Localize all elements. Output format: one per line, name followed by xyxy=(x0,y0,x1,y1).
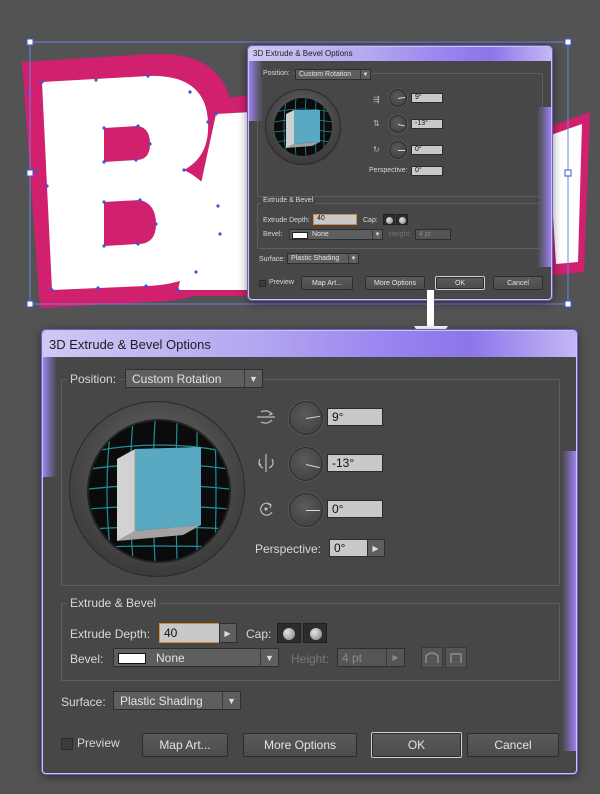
small-bevel-label: Bevel: xyxy=(263,231,283,238)
cube-preview xyxy=(89,421,229,561)
perspective-label: Perspective: xyxy=(255,542,322,556)
small-ok-button[interactable]: OK xyxy=(435,276,485,290)
small-perspective-label: Perspective: xyxy=(369,167,408,174)
small-y-axis-icon: ⇅ xyxy=(373,119,380,128)
y-axis-angle-field[interactable]: -13° xyxy=(327,454,383,472)
extrude-depth-slider-toggle[interactable]: ▶ xyxy=(219,623,237,643)
z-axis-angle-field[interactable]: 0° xyxy=(327,500,383,518)
small-bevel-dropdown[interactable]: None ▼ xyxy=(289,229,383,240)
surface-value: Plastic Shading xyxy=(120,694,203,708)
cap-off-icon xyxy=(310,628,322,640)
position-dropdown[interactable]: Custom Rotation ▼ xyxy=(125,369,263,388)
chevron-right-icon: ▶ xyxy=(372,543,379,553)
chevron-down-icon: ▼ xyxy=(244,370,262,387)
small-extrude-depth-field[interactable]: 40 xyxy=(313,214,357,225)
preview-label: Preview xyxy=(77,736,120,750)
small-extrude-section-label: Extrude & Bevel xyxy=(261,197,316,204)
cap-label: Cap: xyxy=(246,627,272,641)
small-z-axis-dial[interactable] xyxy=(389,141,407,159)
small-preview-label: Preview xyxy=(269,279,294,286)
small-extrude-depth-label: Extrude Depth: xyxy=(263,217,310,224)
small-z-axis-icon: ↻ xyxy=(373,145,380,154)
bevel-out-icon xyxy=(425,652,439,663)
small-surface-label: Surface: xyxy=(259,256,286,263)
small-cap-off-button[interactable] xyxy=(396,214,408,225)
chevron-down-icon: ▼ xyxy=(260,649,278,666)
z-axis-rotate-icon xyxy=(260,502,273,516)
dialog-title: 3D Extrude & Bevel Options xyxy=(49,337,211,352)
height-label: Height: xyxy=(291,652,330,666)
y-axis-rotate-icon xyxy=(258,454,274,472)
ok-button[interactable]: OK xyxy=(371,732,462,758)
preview-checkbox[interactable] xyxy=(61,738,73,750)
extrude-section-label: Extrude & Bevel xyxy=(67,596,160,610)
small-x-axis-icon: ⇶ xyxy=(373,95,380,104)
small-map-art-button[interactable]: Map Art... xyxy=(301,276,353,290)
bevel-swatch xyxy=(118,653,146,664)
small-bevel-value: None xyxy=(312,231,329,238)
chevron-down-icon: ▼ xyxy=(372,230,382,239)
small-cancel-button[interactable]: Cancel xyxy=(493,276,543,290)
small-x-axis-field[interactable]: 9° xyxy=(411,93,443,103)
z-axis-dial[interactable] xyxy=(289,493,323,527)
small-y-axis-field[interactable]: -13° xyxy=(411,119,443,129)
chevron-right-icon: ▶ xyxy=(224,628,231,638)
x-axis-rotate-icon xyxy=(257,410,275,424)
small-surface-dropdown[interactable]: Plastic Shading ▼ xyxy=(287,253,359,264)
map-art-button[interactable]: Map Art... xyxy=(142,733,228,757)
small-preview-checkbox[interactable] xyxy=(259,280,266,287)
small-position-value: Custom Rotation xyxy=(299,71,352,78)
height-field[interactable]: 4 pt ▶ xyxy=(337,648,405,667)
small-height-field[interactable]: 4 pt xyxy=(415,229,451,240)
small-more-options-button[interactable]: More Options xyxy=(365,276,425,290)
x-axis-dial[interactable] xyxy=(289,401,323,435)
chevron-down-icon: ▼ xyxy=(348,254,358,263)
chevron-right-icon: ▶ xyxy=(386,649,404,666)
small-perspective-field[interactable]: 0° xyxy=(411,166,443,176)
small-height-label: Height: xyxy=(389,231,412,238)
surface-dropdown[interactable]: Plastic Shading ▼ xyxy=(113,691,241,710)
small-dialog-title: 3D Extrude & Bevel Options xyxy=(253,49,353,58)
small-x-axis-dial[interactable] xyxy=(389,89,407,107)
bevel-value: None xyxy=(156,651,185,665)
small-cap-on-button[interactable] xyxy=(383,214,395,225)
small-dialog-titlebar[interactable]: 3D Extrude & Bevel Options xyxy=(249,47,551,61)
small-y-axis-dial[interactable] xyxy=(389,115,407,133)
bevel-out-button[interactable] xyxy=(421,647,443,668)
small-cap-label: Cap: xyxy=(363,217,378,224)
bevel-dropdown[interactable]: None ▼ xyxy=(113,648,279,667)
position-value: Custom Rotation xyxy=(132,372,222,386)
position-label: Position: xyxy=(67,372,120,386)
perspective-slider-toggle[interactable]: ▶ xyxy=(367,539,385,557)
cap-on-button[interactable] xyxy=(277,623,301,643)
bevel-in-icon xyxy=(450,653,462,663)
x-axis-angle-field[interactable]: 9° xyxy=(327,408,383,426)
chevron-down-icon: ▼ xyxy=(360,70,370,79)
y-axis-dial[interactable] xyxy=(289,447,323,481)
small-position-label: Position: xyxy=(261,70,292,77)
dialog-titlebar[interactable]: 3D Extrude & Bevel Options xyxy=(43,331,576,357)
small-extrude-dialog: 3D Extrude & Bevel Options Position: Cus… xyxy=(248,46,552,300)
extrude-bevel-dialog: 3D Extrude & Bevel Options Position: Cus… xyxy=(42,330,577,774)
more-options-button[interactable]: More Options xyxy=(243,733,357,757)
surface-label: Surface: xyxy=(61,695,106,709)
cap-off-button[interactable] xyxy=(303,623,327,643)
cap-on-icon xyxy=(283,628,295,640)
cancel-button[interactable]: Cancel xyxy=(467,733,559,757)
bevel-label: Bevel: xyxy=(70,652,104,666)
track-cube-sphere[interactable] xyxy=(69,401,245,577)
bevel-in-button[interactable] xyxy=(445,647,467,668)
small-extrude-group xyxy=(257,203,543,249)
chevron-down-icon: ▼ xyxy=(222,692,240,709)
small-position-dropdown[interactable]: Custom Rotation ▼ xyxy=(295,69,371,80)
extrude-depth-label: Extrude Depth: xyxy=(70,627,151,641)
small-track-cube-sphere[interactable] xyxy=(265,89,341,165)
small-z-axis-field[interactable]: 0° xyxy=(411,145,443,155)
